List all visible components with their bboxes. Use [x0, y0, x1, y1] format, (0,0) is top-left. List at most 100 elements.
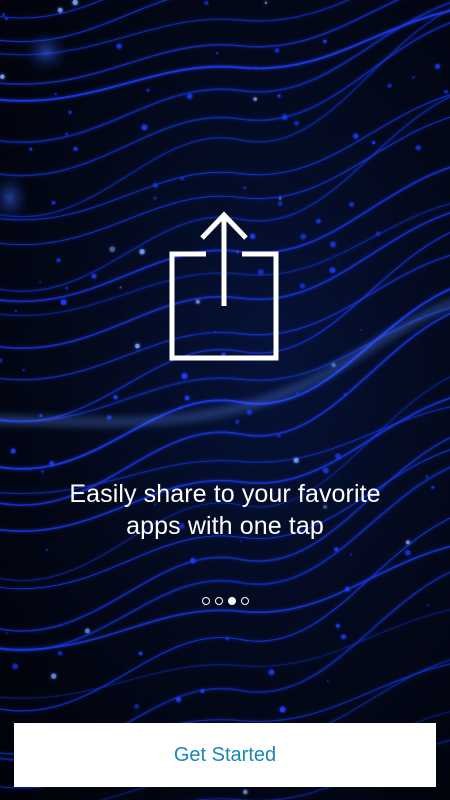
wave-particle: [281, 114, 288, 120]
page-dot-3-active[interactable]: [227, 597, 236, 605]
wave-particle: [60, 299, 67, 306]
wave-particle: [119, 286, 122, 289]
wave-particle: [345, 586, 350, 592]
wave-particle: [57, 651, 63, 656]
tagline-line-2: apps with one tap: [126, 512, 324, 540]
wave-particle: [72, 0, 78, 6]
onboarding-tagline: Easily share to your favorite apps with …: [25, 478, 425, 542]
wave-particle: [334, 547, 339, 552]
wave-line: [0, 1, 450, 144]
wave-particle: [49, 461, 54, 466]
wave-particle: [39, 281, 42, 284]
wave-particle: [139, 249, 145, 255]
wave-particle: [277, 94, 281, 98]
wave-particle: [41, 470, 45, 474]
onboarding-screen: Easily share to your favorite apps with …: [0, 0, 450, 800]
wave-particle: [51, 201, 56, 205]
wave-particle: [243, 789, 248, 795]
wave-particle: [225, 637, 229, 641]
wave-particle: [180, 176, 184, 181]
wave-particle: [243, 186, 246, 189]
wave-particle: [323, 39, 327, 44]
wave-particle: [68, 110, 72, 114]
wave-particle: [181, 373, 188, 379]
wave-particle: [274, 48, 280, 53]
wave-particle: [138, 651, 143, 656]
wave-particle: [341, 634, 346, 640]
wave-particle: [279, 706, 286, 713]
wave-particle: [405, 550, 411, 556]
wave-particle: [235, 419, 240, 424]
wave-particle: [14, 310, 17, 313]
get-started-button[interactable]: Get Started: [14, 723, 436, 787]
wave-particle: [300, 234, 306, 240]
wave-particle: [278, 197, 282, 200]
wave-particle: [0, 358, 3, 363]
wave-particle: [412, 76, 415, 79]
wave-particle: [435, 63, 441, 69]
wave-particle: [146, 88, 150, 92]
wave-particle: [184, 395, 190, 401]
wave-particle: [135, 343, 140, 349]
wave-particle: [276, 433, 281, 438]
wave-particle: [246, 409, 252, 415]
wave-particle: [353, 133, 359, 139]
wave-line: [0, 0, 400, 85]
wave-particle: [22, 369, 25, 372]
wave-line: [0, 545, 450, 651]
wave-particle: [349, 553, 353, 556]
page-dot-1[interactable]: [201, 597, 210, 605]
page-dot-2[interactable]: [214, 597, 223, 605]
wave-particle: [343, 393, 347, 396]
wave-particle: [5, 632, 8, 635]
wave-particle: [85, 628, 90, 634]
wave-particle: [57, 7, 63, 13]
share-icon: [169, 211, 279, 361]
page-indicator: [0, 597, 450, 609]
wave-particle: [387, 83, 392, 88]
wave-particle: [153, 197, 157, 200]
wave-particle: [278, 201, 282, 206]
wave-particle: [316, 219, 321, 224]
wave-particle: [109, 246, 116, 252]
wave-particle: [113, 395, 118, 400]
wave-particle: [335, 624, 340, 628]
wave-particle: [268, 669, 275, 676]
wave-particle: [444, 89, 448, 94]
flowing-lines-background: [0, 0, 450, 800]
wave-particle: [179, 406, 183, 410]
wave-particle: [51, 673, 57, 679]
wave-particle: [186, 93, 193, 99]
wave-particle: [200, 689, 205, 693]
wave-particle: [360, 328, 363, 331]
wave-particle: [204, 0, 209, 6]
wave-particle: [335, 453, 341, 459]
wave-particle: [5, 17, 8, 21]
wave-particle: [372, 141, 376, 145]
wave-particle: [0, 74, 5, 79]
wave-particle: [264, 1, 268, 5]
wave-particle: [329, 267, 336, 274]
wave-particle: [134, 704, 139, 709]
wave-particle: [253, 97, 257, 101]
wave-particle: [2, 13, 5, 16]
wave-line: [0, 0, 103, 19]
wave-particle: [293, 457, 299, 463]
wave-particle: [10, 448, 16, 454]
wave-particle: [152, 183, 158, 188]
wave-particle: [425, 475, 429, 478]
wave-particle: [29, 147, 33, 151]
wave-particle: [326, 680, 329, 682]
wave-particle: [349, 202, 354, 207]
tagline-line-1: Easily share to your favorite: [69, 480, 381, 508]
wave-particle: [176, 697, 181, 702]
wave-particle: [12, 663, 19, 670]
wave-particle: [91, 273, 97, 279]
wave-particle: [431, 485, 435, 489]
wave-particle: [216, 52, 219, 55]
wave-particle: [141, 124, 148, 131]
wave-line: [0, 94, 450, 221]
page-dot-4[interactable]: [240, 597, 249, 605]
wave-particle: [330, 241, 336, 248]
wave-particle: [300, 283, 305, 289]
